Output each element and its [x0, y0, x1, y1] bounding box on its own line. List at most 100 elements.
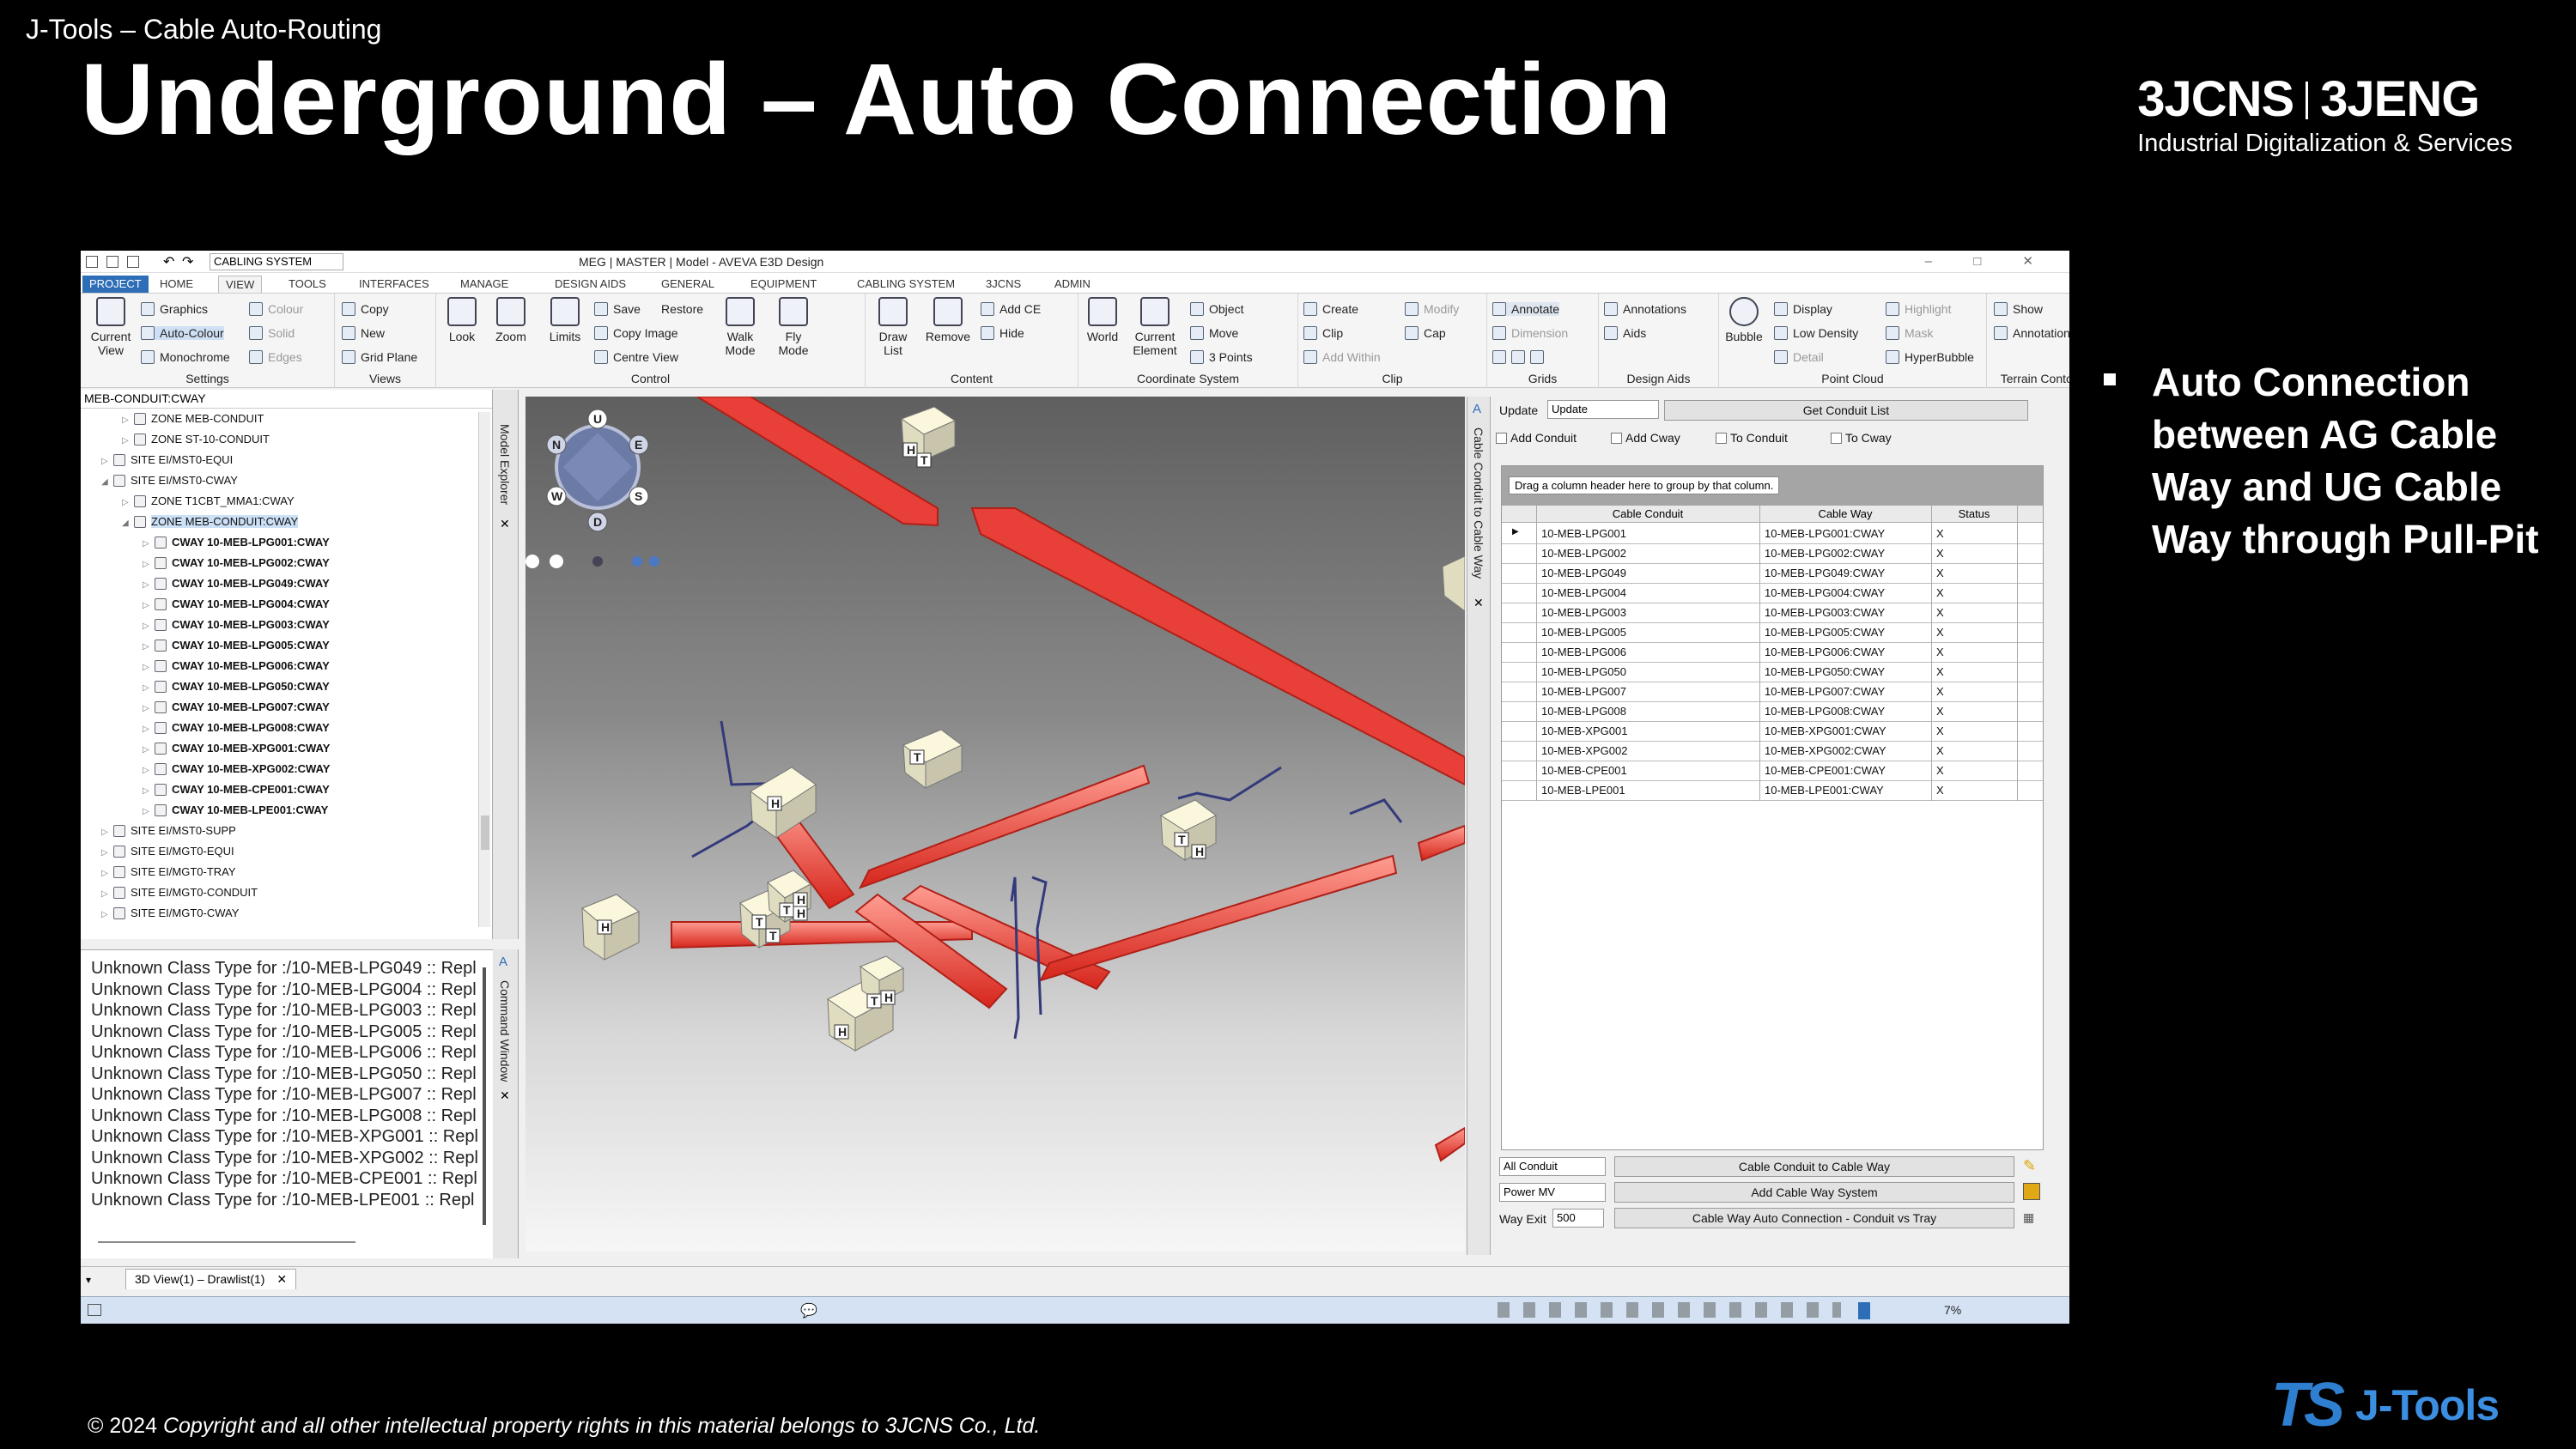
walk-mode-button[interactable]: Walk Mode [716, 297, 764, 357]
expand-arrow-icon[interactable]: ▷ [143, 683, 151, 693]
cable-conduit-to-cable-way-button[interactable]: Cable Conduit to Cable Way [1614, 1156, 2014, 1177]
view-tab[interactable]: 3D View(1) – Drawlist(1) ✕ [125, 1269, 297, 1289]
cell-status[interactable]: X [1936, 586, 1944, 599]
tab-cabling-system[interactable]: CABLING SYSTEM [850, 276, 962, 293]
tree-item[interactable]: ▷ ZONE MEB-CONDUIT [122, 412, 264, 433]
cell-conduit[interactable]: 10-MEB-LPG007 [1541, 685, 1626, 698]
tree-item[interactable]: ▷ SITE EI/MGT0-CWAY [101, 906, 239, 927]
command-window-side-tab[interactable]: A Command Window ✕ [493, 949, 519, 1258]
tree-item[interactable]: ▷ SITE EI/MST0-SUPP [101, 824, 236, 845]
move-button[interactable]: Move [1190, 326, 1238, 340]
close-icon[interactable]: ✕ [500, 517, 510, 531]
table-row[interactable]: 10-MEB-LPG008 10-MEB-LPG008:CWAY X [1502, 702, 2043, 722]
chat-icon[interactable]: 💬 [800, 1302, 817, 1319]
explorer-current-element[interactable]: MEB-CONDUIT:CWAY [81, 390, 492, 409]
tree-item[interactable]: ▷ CWAY 10-MEB-LPG050:CWAY [143, 680, 330, 700]
table-row[interactable]: 10-MEB-CPE001 10-MEB-CPE001:CWAY X [1502, 761, 2043, 781]
tree-item[interactable]: ▷ CWAY 10-MEB-LPG006:CWAY [143, 659, 330, 680]
colour-button[interactable]: Colour [249, 302, 303, 316]
cell-conduit[interactable]: 10-MEB-LPG050 [1541, 665, 1626, 678]
way-exit-input[interactable]: 500 [1552, 1209, 1604, 1228]
tree-item[interactable]: ▷ CWAY 10-MEB-LPE001:CWAY [143, 803, 328, 824]
detail-button[interactable]: Detail [1774, 350, 1824, 364]
new-view-button[interactable]: New [342, 326, 385, 340]
low-density-button[interactable]: Low Density [1774, 326, 1858, 340]
tree-item[interactable]: ▷ SITE EI/MST0-EQUI [101, 453, 233, 474]
expand-arrow-icon[interactable]: ▷ [143, 786, 151, 796]
table-row[interactable]: 10-MEB-LPG005 10-MEB-LPG005:CWAY X [1502, 623, 2043, 643]
group-by-area[interactable]: Drag a column header here to group by th… [1502, 466, 2043, 506]
cell-way[interactable]: 10-MEB-XPG002:CWAY [1765, 744, 1886, 757]
to-conduit-checkbox[interactable]: To Conduit [1716, 431, 1788, 445]
cell-status[interactable]: X [1936, 567, 1944, 579]
brush-icon[interactable]: ✎ [2023, 1157, 2040, 1176]
table-row[interactable]: 10-MEB-LPG004 10-MEB-LPG004:CWAY X [1502, 584, 2043, 603]
pull-pit-10[interactable] [1442, 555, 1465, 612]
tree-item[interactable]: ◢ ZONE MEB-CONDUIT:CWAY [122, 515, 299, 536]
command-input-line[interactable] [98, 1241, 355, 1243]
cable-tray-stub[interactable] [1434, 1126, 1465, 1162]
auto-colour-button[interactable]: Auto-Colour [141, 326, 224, 340]
close-icon[interactable]: ✕ [500, 1088, 510, 1103]
expand-arrow-icon[interactable]: ▷ [143, 807, 151, 816]
cell-way[interactable]: 10-MEB-LPG002:CWAY [1765, 547, 1885, 560]
app-menu-icon[interactable] [86, 256, 98, 268]
expand-arrow-icon[interactable]: ▷ [143, 745, 151, 755]
cell-status[interactable]: X [1936, 685, 1944, 698]
centre-view-button[interactable]: Centre View [594, 350, 678, 364]
zoom-slider-handle[interactable] [1858, 1302, 1870, 1319]
add-conduit-checkbox[interactable]: Add Conduit [1496, 431, 1577, 445]
draw-list-button[interactable]: Draw List [871, 297, 915, 357]
cell-way[interactable]: 10-MEB-LPG006:CWAY [1765, 646, 1885, 658]
tree-item[interactable]: ▷ CWAY 10-MEB-XPG001:CWAY [143, 742, 330, 762]
expand-arrow-icon[interactable]: ▷ [122, 415, 131, 425]
current-view-button[interactable]: Current View [84, 297, 137, 357]
tab-manage[interactable]: MANAGE [453, 276, 515, 293]
current-element-button[interactable]: Current Element [1127, 297, 1183, 357]
close-icon[interactable]: ✕ [276, 1272, 287, 1286]
cable-tray-top[interactable] [696, 397, 939, 527]
tree-item[interactable]: ▷ CWAY 10-MEB-LPG001:CWAY [143, 536, 330, 556]
explorer-scroll-thumb[interactable] [481, 815, 489, 850]
tree-item[interactable]: ▷ SITE EI/MGT0-TRAY [101, 865, 236, 886]
remove-button[interactable]: Remove [922, 297, 974, 343]
expand-arrow-icon[interactable]: ▷ [143, 560, 151, 569]
graphics-button[interactable]: Graphics [141, 302, 208, 316]
cell-conduit[interactable]: 10-MEB-LPE001 [1541, 784, 1625, 797]
world-button[interactable]: World [1082, 297, 1123, 343]
cell-conduit[interactable]: 10-MEB-LPG001 [1541, 527, 1626, 540]
cell-way[interactable]: 10-MEB-LPG001:CWAY [1765, 527, 1885, 540]
expand-arrow-icon[interactable]: ▷ [101, 910, 110, 919]
add-cway-checkbox[interactable]: Add Cway [1611, 431, 1680, 445]
table-row[interactable]: 10-MEB-LPG003 10-MEB-LPG003:CWAY X [1502, 603, 2043, 623]
get-conduit-list-button[interactable]: Get Conduit List [1664, 400, 2028, 421]
table-icon[interactable]: ▦ [2023, 1210, 2034, 1225]
save-icon[interactable] [106, 256, 118, 268]
cell-conduit[interactable]: 10-MEB-XPG002 [1541, 744, 1627, 757]
expand-arrow-icon[interactable]: ▷ [101, 848, 110, 858]
restore-view-button[interactable]: Restore [661, 302, 703, 316]
copy-view-button[interactable]: Copy [342, 302, 389, 316]
undo-icon[interactable]: ↶ [163, 253, 174, 270]
highlight-button[interactable]: Highlight [1886, 302, 1951, 316]
expand-arrow-icon[interactable]: ▷ [143, 663, 151, 672]
tree-item[interactable]: ▷ CWAY 10-MEB-CPE001:CWAY [143, 783, 330, 803]
cell-way[interactable]: 10-MEB-LPG004:CWAY [1765, 586, 1885, 599]
expand-arrow-icon[interactable]: ▷ [101, 869, 110, 878]
table-row[interactable]: 10-MEB-LPG050 10-MEB-LPG050:CWAY X [1502, 663, 2043, 682]
expand-arrow-icon[interactable]: ▷ [143, 704, 151, 713]
edges-button[interactable]: Edges [249, 350, 302, 364]
column-header-status[interactable]: Status [1931, 507, 2017, 520]
table-row[interactable]: ▶ 10-MEB-LPG001 10-MEB-LPG001:CWAY X [1502, 524, 2043, 544]
cell-way[interactable]: 10-MEB-CPE001:CWAY [1765, 764, 1886, 777]
expand-arrow-icon[interactable]: ▷ [143, 766, 151, 775]
expand-arrow-icon[interactable]: ▷ [143, 539, 151, 549]
column-header-cable-conduit[interactable]: Cable Conduit [1536, 507, 1759, 520]
tab-home[interactable]: HOME [153, 276, 200, 293]
tab-design-aids[interactable]: DESIGN AIDS [548, 276, 633, 293]
expand-arrow-icon[interactable]: ▷ [122, 436, 131, 446]
expand-arrow-icon[interactable]: ▷ [143, 724, 151, 734]
tab-interfaces[interactable]: INTERFACES [352, 276, 436, 293]
cell-status[interactable]: X [1936, 744, 1944, 757]
module-select[interactable]: CABLING SYSTEM [210, 253, 343, 270]
